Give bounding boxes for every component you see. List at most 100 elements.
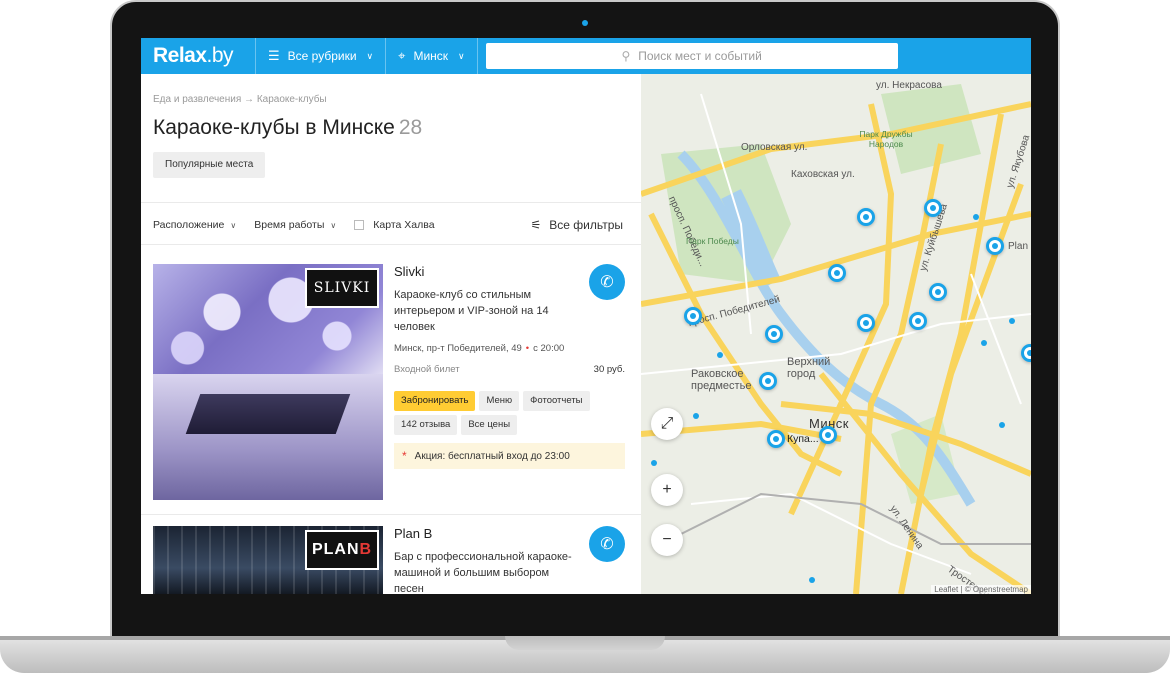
map-poi[interactable] (857, 314, 875, 332)
reviews-link[interactable]: 142 отзыва (394, 415, 458, 435)
venue-info: Slivki Караоке-клуб со стильным интерьер… (394, 264, 625, 469)
map-poi[interactable] (924, 199, 942, 217)
map-dot[interactable] (717, 352, 723, 358)
halva-checkbox[interactable] (354, 220, 365, 230)
map-dot[interactable] (1009, 318, 1015, 324)
venue-logo: PLAN B (305, 530, 379, 570)
street-label: Каховская ул. (791, 169, 855, 180)
venue-photo[interactable]: PLAN B (153, 526, 383, 594)
map-dot[interactable] (999, 422, 1005, 428)
rubrics-dropdown[interactable]: ☰ Все рубрики ∨ (256, 38, 385, 74)
bullet-icon: • (525, 343, 530, 354)
results-count: 28 (398, 116, 423, 139)
zoom-in-button[interactable]: + (651, 474, 683, 506)
filters-bar: Расположение ∨ Время работы ∨ Карта Халва … (153, 218, 623, 232)
logo-suffix: .by (206, 44, 234, 67)
fullscreen-button[interactable]: ⤢ (651, 408, 683, 440)
expand-icon: ⤢ (660, 415, 674, 432)
entry-label: Входной билет (394, 364, 460, 375)
chevron-down-icon: ∨ (366, 50, 374, 61)
map-pin-icon (819, 426, 837, 444)
menu-link[interactable]: Меню (479, 391, 520, 411)
map-dot[interactable] (981, 340, 987, 346)
map-dot[interactable] (973, 214, 979, 220)
all-filters-label: Все фильтры (549, 218, 623, 232)
menu-icon: ☰ (268, 48, 280, 63)
breadcrumb-parent[interactable]: Еда и развлечения (153, 94, 241, 105)
site-logo[interactable]: Relax.by (141, 44, 255, 68)
map-dot[interactable] (809, 577, 815, 583)
venue-address: Минск, пр-т Победителей, 49 • с 20:00 (394, 343, 625, 354)
minus-icon: − (662, 531, 672, 548)
map-poi[interactable] (1021, 344, 1031, 362)
location-filter-label: Расположение (153, 219, 225, 231)
map-poi[interactable] (857, 208, 875, 226)
halva-label: Карта Халва (373, 219, 435, 231)
city-label: Минск (413, 49, 449, 63)
divider (141, 244, 641, 245)
book-button[interactable]: Забронировать (394, 391, 476, 411)
breadcrumb: Еда и развлечения → Караоке-клубы (153, 94, 327, 105)
call-button[interactable]: ✆ (589, 264, 625, 300)
logo-text: Relax (153, 44, 207, 67)
map-pin-icon (857, 208, 875, 226)
call-button[interactable]: ✆ (589, 526, 625, 562)
venue-actions: Забронировать Меню Фотоотчеты 142 отзыва… (394, 391, 625, 435)
poi-label: Plan (1008, 240, 1029, 252)
zoom-out-button[interactable]: − (651, 524, 683, 556)
phone-icon: ✆ (600, 274, 614, 291)
search-input[interactable]: ⚲ Поиск мест и событий (485, 43, 898, 69)
map-pin-icon (828, 264, 846, 282)
photo-decor (185, 394, 351, 434)
sliders-icon: ⚟ (530, 218, 542, 232)
divider (141, 202, 641, 203)
listing-panel: Еда и развлечения → Караоке-клубы Караок… (141, 74, 641, 594)
city-dropdown[interactable]: ⌖ Минск ∨ (386, 38, 477, 74)
page-title: Караоке-клубы в Минске 28 (153, 116, 422, 140)
map-poi[interactable] (909, 312, 927, 330)
promo-banner: * Акция: бесплатный вход до 23:00 (394, 443, 625, 469)
venue-photo[interactable]: SLIVKI (153, 264, 383, 500)
map-dot[interactable] (651, 460, 657, 466)
halva-card-filter[interactable]: Карта Халва (354, 219, 435, 231)
plus-icon: + (662, 481, 672, 498)
map-attribution[interactable]: Leaflet | © Openstreetmap (931, 585, 1031, 594)
photo-decor (153, 374, 383, 500)
all-prices-link[interactable]: Все цены (461, 415, 518, 435)
top-navbar: Relax.by ☰ Все рубрики ∨ ⌖ Минск ∨ ⚲ Пои… (141, 38, 1031, 74)
map-poi[interactable]: Поющий Центр (819, 425, 924, 445)
map-poi[interactable] (759, 372, 777, 390)
address-text: Минск, пр-т Победителей, 49 (394, 343, 522, 354)
venue-info: Plan B Бар с профессиональной караоке-ма… (394, 526, 625, 594)
map-dot[interactable] (693, 413, 699, 419)
photo-reports-link[interactable]: Фотоотчеты (523, 391, 590, 411)
map-poi[interactable]: Купа... (767, 430, 819, 448)
park-label: Парк Победы (686, 236, 739, 246)
all-filters-button[interactable]: ⚟ Все фильтры (531, 218, 623, 232)
popular-places-button[interactable]: Популярные места (153, 152, 266, 178)
map-poi[interactable]: Облака (929, 282, 996, 302)
map-poi[interactable] (828, 264, 846, 282)
venue-description: Караоке-клуб со стильным интерьером и VI… (394, 289, 549, 333)
street-label: ул. Некрасова (876, 80, 942, 91)
venue-hours: с 20:00 (533, 343, 565, 354)
map-poi[interactable]: Slivki (Сливки) (684, 306, 785, 326)
location-filter[interactable]: Расположение ∨ (153, 219, 236, 231)
location-pin-icon: ⌖ (398, 48, 406, 63)
map[interactable]: ул. Некрасова Орловская ул. Каховская ул… (641, 74, 1031, 594)
screen: Relax.by ☰ Все рубрики ∨ ⌖ Минск ∨ ⚲ Пои… (141, 38, 1031, 594)
breadcrumb-current[interactable]: Караоке-клубы (257, 94, 327, 105)
map-pin-icon (986, 237, 1004, 255)
laptop-notch (505, 636, 665, 650)
map-pin-icon (909, 312, 927, 330)
rubrics-label: Все рубрики (287, 49, 357, 63)
map-pin-icon (924, 199, 942, 217)
breadcrumb-arrow: → (244, 94, 255, 105)
hours-filter-label: Время работы (254, 219, 325, 231)
entry-price-row: Входной билет 30 руб. (394, 364, 625, 375)
map-poi[interactable]: Plan (986, 237, 1028, 255)
chevron-down-icon: ∨ (458, 50, 465, 61)
poi-label: Купа... (787, 433, 819, 445)
hours-filter[interactable]: Время работы ∨ (254, 219, 336, 231)
phone-icon: ✆ (600, 536, 614, 553)
